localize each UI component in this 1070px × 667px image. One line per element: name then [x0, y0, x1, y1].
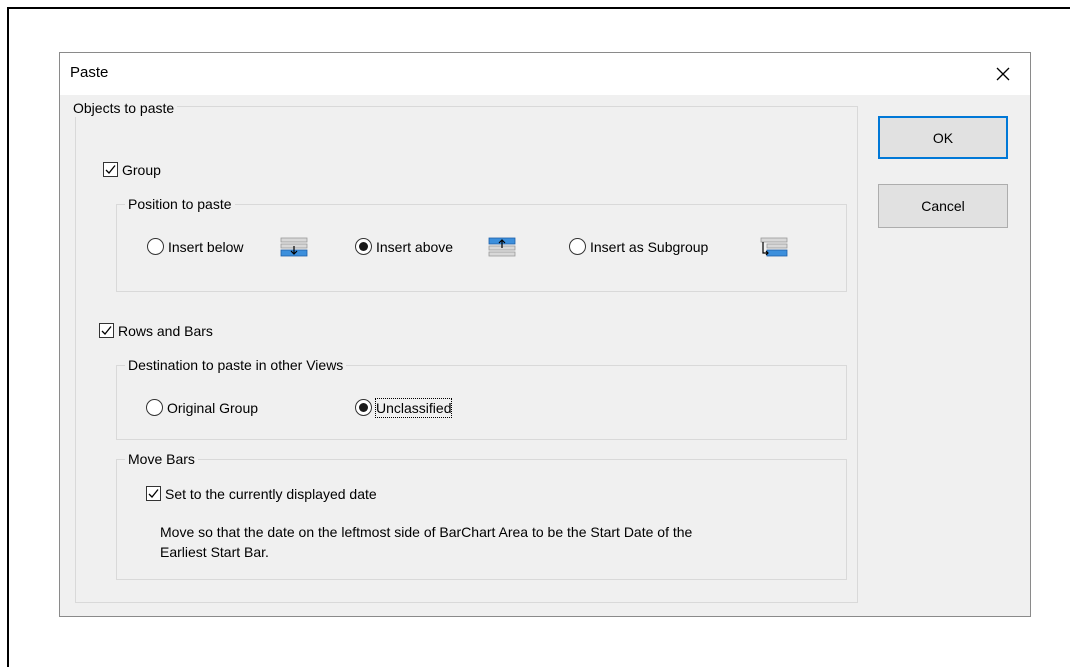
rows-and-bars-checkbox[interactable] [99, 323, 114, 338]
position-to-paste-legend: Position to paste [125, 195, 235, 213]
group-checkbox[interactable] [103, 162, 118, 177]
insert-above-icon [488, 237, 516, 257]
move-bars-description-line1: Move so that the date on the leftmost si… [160, 524, 693, 540]
ok-button[interactable]: OK [878, 116, 1008, 159]
insert-subgroup-icon [760, 237, 788, 257]
set-current-date-label[interactable]: Set to the currently displayed date [165, 485, 377, 503]
objects-to-paste-legend: Objects to paste [70, 99, 178, 117]
original-group-label[interactable]: Original Group [167, 399, 258, 417]
close-icon [996, 67, 1010, 81]
dialog-title: Paste [70, 64, 109, 81]
set-current-date-checkbox[interactable] [146, 486, 161, 501]
insert-above-radio[interactable] [355, 238, 372, 255]
insert-subgroup-radio[interactable] [569, 238, 586, 255]
insert-subgroup-label[interactable]: Insert as Subgroup [590, 238, 708, 256]
rows-and-bars-label[interactable]: Rows and Bars [118, 322, 213, 340]
move-bars-legend: Move Bars [125, 450, 198, 468]
insert-below-label[interactable]: Insert below [168, 238, 243, 256]
original-group-radio[interactable] [146, 399, 163, 416]
close-button[interactable] [990, 61, 1016, 87]
insert-above-label[interactable]: Insert above [376, 238, 453, 256]
insert-below-radio[interactable] [147, 238, 164, 255]
paste-dialog: Paste Objects to paste Group Position to… [59, 52, 1031, 617]
title-bar: Paste [60, 53, 1030, 95]
group-checkbox-label[interactable]: Group [122, 161, 161, 179]
unclassified-label[interactable]: Unclassified [374, 398, 453, 418]
move-bars-description-line2: Earliest Start Bar. [160, 544, 269, 560]
cancel-button-label: Cancel [921, 198, 965, 214]
cancel-button[interactable]: Cancel [878, 184, 1008, 228]
ok-button-label: OK [932, 129, 954, 146]
unclassified-radio[interactable] [355, 399, 372, 416]
insert-below-icon [280, 237, 308, 257]
destination-legend: Destination to paste in other Views [125, 356, 347, 374]
